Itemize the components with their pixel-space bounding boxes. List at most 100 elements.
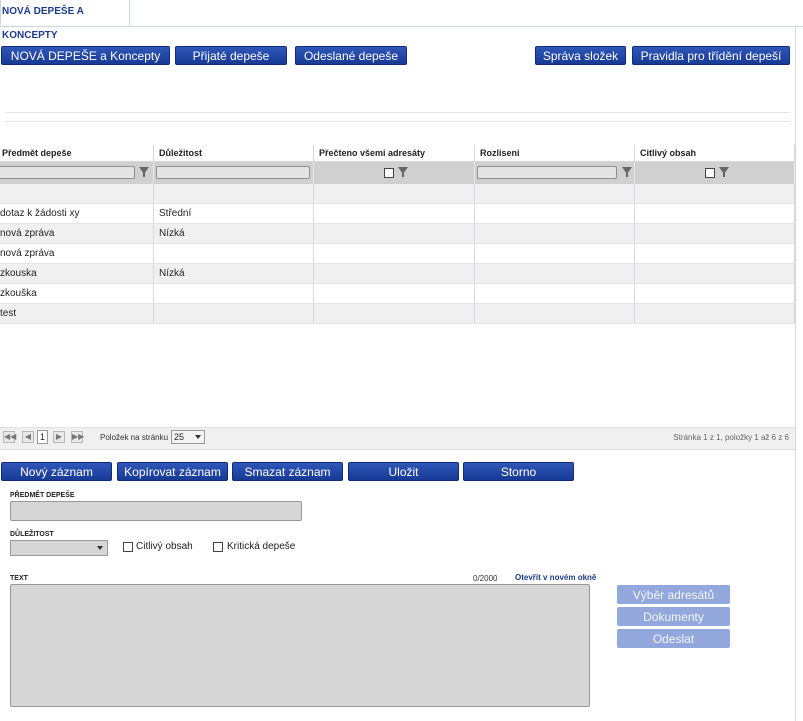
pager-info: Stránka 1 z 1, položky 1 až 6 z 6 <box>673 433 789 442</box>
table-cell <box>154 284 314 303</box>
chevron-down-icon <box>195 435 201 439</box>
column-header-sensitive[interactable]: Citlivý obsah <box>635 145 795 161</box>
received-messages-button[interactable]: Přijaté depeše <box>175 46 287 65</box>
table-cell <box>0 184 154 203</box>
filter-input-priority[interactable] <box>156 166 310 179</box>
filter-icon[interactable] <box>139 167 149 177</box>
delete-record-button[interactable]: Smazat záznam <box>232 462 343 481</box>
critical-label: Kritická depeše <box>227 541 296 552</box>
table-cell <box>635 284 795 303</box>
documents-button[interactable]: Dokumenty <box>617 607 730 626</box>
last-page-icon[interactable]: ▶▶ <box>71 431 84 443</box>
column-header-read-by-all[interactable]: Přečteno všemi adresáty <box>314 145 475 161</box>
send-button[interactable]: Odeslat <box>617 629 730 648</box>
filter-input-resolution[interactable] <box>477 166 617 179</box>
sorting-rules-button[interactable]: Pravidla pro třídění depeší <box>632 46 790 65</box>
table-row[interactable]: nová zpráva <box>0 244 795 264</box>
table-row[interactable]: zkouška <box>0 284 795 304</box>
table-cell: nová zpráva <box>0 244 154 263</box>
table-cell <box>635 204 795 223</box>
filter-cell-read-by-all <box>314 162 475 184</box>
sent-messages-button[interactable]: Odeslané depeše <box>295 46 407 65</box>
table-cell <box>635 184 795 203</box>
filter-input-subject[interactable] <box>0 166 135 179</box>
filter-checkbox-sensitive[interactable] <box>705 168 715 178</box>
manage-folders-button[interactable]: Správa složek <box>535 46 626 65</box>
table-cell <box>154 244 314 263</box>
filter-cell-resolution <box>475 162 635 184</box>
column-header-resolution[interactable]: Rozliseni <box>475 145 635 161</box>
table-cell: zkouska <box>0 264 154 283</box>
table-cell <box>475 184 635 203</box>
sensitive-checkbox[interactable] <box>123 542 133 552</box>
page-number-input[interactable]: 1 <box>37 430 48 444</box>
table-cell <box>154 184 314 203</box>
filter-cell-subject <box>0 162 154 184</box>
save-button[interactable]: Uložit <box>348 462 459 481</box>
page-size-select[interactable]: 25 <box>171 430 205 444</box>
chevron-down-icon <box>97 546 103 550</box>
filter-icon[interactable] <box>622 167 632 177</box>
table-cell <box>475 284 635 303</box>
filter-checkbox-read-by-all[interactable] <box>384 168 394 178</box>
table-cell: Nízká <box>154 264 314 283</box>
pager: ◀◀ ◀ 1 ▶ ▶▶ Položek na stránku 25 Stránk… <box>0 427 795 450</box>
table-cell <box>154 304 314 323</box>
table-cell <box>475 264 635 283</box>
filter-icon[interactable] <box>719 167 729 177</box>
table-cell <box>475 244 635 263</box>
open-new-window-link[interactable]: Otevřít v novém okně <box>515 573 596 582</box>
grid-header-row: Předmět depeše Důležitost Přečteno všemi… <box>0 145 795 162</box>
table-cell <box>475 304 635 323</box>
filter-cell-sensitive <box>635 162 795 184</box>
filter-icon[interactable] <box>398 167 408 177</box>
table-row[interactable]: nová zpráva Nízká <box>0 224 795 244</box>
next-page-icon[interactable]: ▶ <box>53 431 65 443</box>
table-cell <box>475 204 635 223</box>
new-record-button[interactable]: Nový záznam <box>1 462 112 481</box>
priority-label: DŮLEŽITOST <box>10 531 54 538</box>
table-cell <box>314 184 475 203</box>
subject-label: PŘEDMĚT DEPEŠE <box>10 492 75 499</box>
table-cell <box>314 204 475 223</box>
page-size-value: 25 <box>174 432 185 442</box>
table-cell: zkouška <box>0 284 154 303</box>
column-header-priority[interactable]: Důležitost <box>154 145 314 161</box>
table-cell <box>314 264 475 283</box>
copy-record-button[interactable]: Kopírovat záznam <box>117 462 228 481</box>
table-cell <box>314 244 475 263</box>
table-cell <box>635 224 795 243</box>
table-cell <box>314 224 475 243</box>
table-cell <box>475 224 635 243</box>
table-cell: nová zpráva <box>0 224 154 243</box>
table-row[interactable] <box>0 184 795 204</box>
table-row[interactable]: dotaz k žádosti xy Střední <box>0 204 795 224</box>
new-messages-button[interactable]: NOVÁ DEPEŠE a Koncepty <box>1 46 170 65</box>
tab-bar: NOVÁ DEPEŠE A KONCEPTY <box>0 0 803 41</box>
first-page-icon[interactable]: ◀◀ <box>3 431 16 443</box>
select-recipients-button[interactable]: Výběr adresátů <box>617 585 730 604</box>
table-cell <box>635 264 795 283</box>
text-label: TEXT <box>10 575 28 582</box>
page-size-label: Položek na stránku <box>100 433 169 442</box>
cancel-button[interactable]: Storno <box>463 462 574 481</box>
prev-page-icon[interactable]: ◀ <box>22 431 34 443</box>
subject-field[interactable] <box>10 501 302 521</box>
column-header-subject[interactable]: Předmět depeše <box>0 145 154 161</box>
table-cell: Střední <box>154 204 314 223</box>
table-cell <box>635 304 795 323</box>
table-row[interactable]: test <box>0 304 795 324</box>
table-cell: test <box>0 304 154 323</box>
text-area[interactable] <box>10 584 590 707</box>
table-cell: Nízká <box>154 224 314 243</box>
table-cell <box>314 284 475 303</box>
table-cell <box>314 304 475 323</box>
sensitive-label: Citlivý obsah <box>136 541 193 552</box>
tab-new-messages[interactable]: NOVÁ DEPEŠE A KONCEPTY <box>0 0 130 41</box>
filter-cell-priority <box>154 162 314 184</box>
divider <box>5 112 790 113</box>
table-row[interactable]: zkouska Nízká <box>0 264 795 284</box>
critical-checkbox[interactable] <box>213 542 223 552</box>
table-cell <box>635 244 795 263</box>
priority-select[interactable] <box>10 540 108 556</box>
